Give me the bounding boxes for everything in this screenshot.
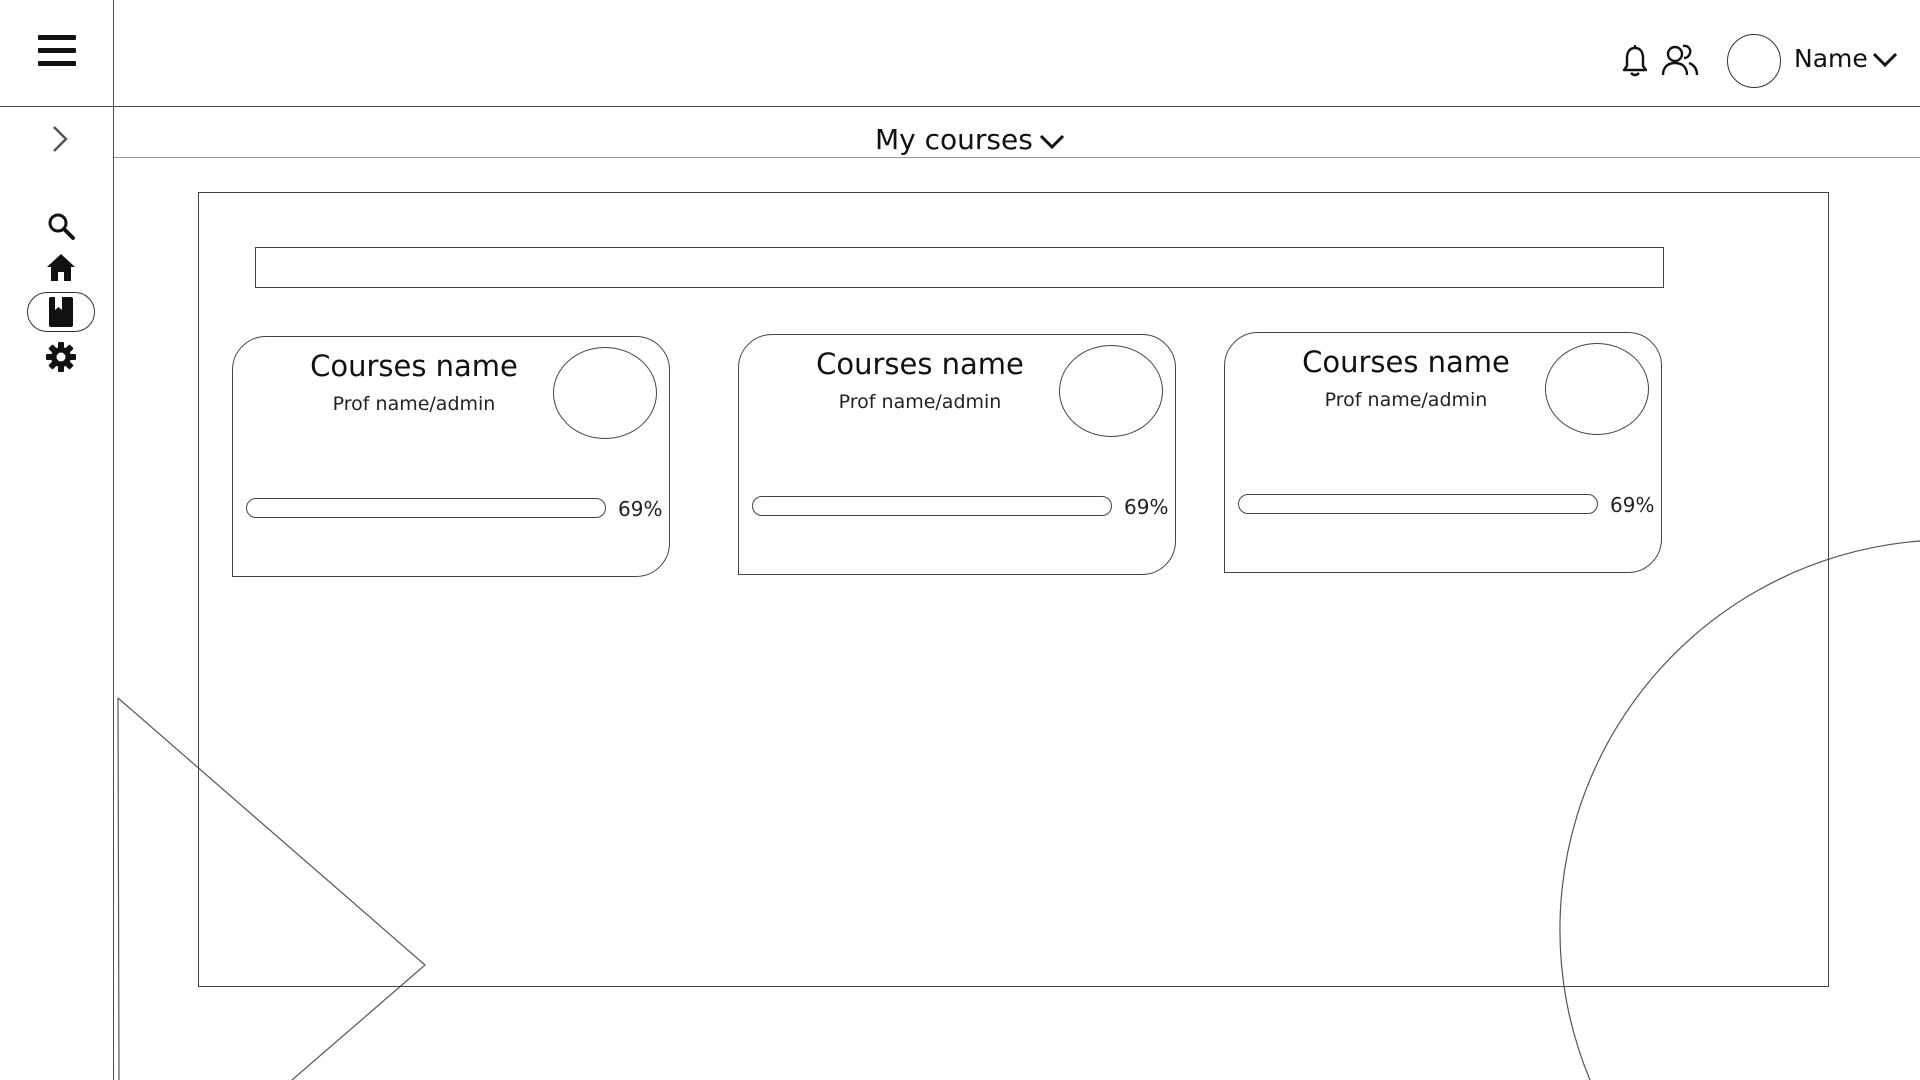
course-card[interactable]: Courses name Prof name/admin 69% (738, 334, 1176, 575)
course-search-input[interactable] (255, 247, 1664, 288)
gear-icon[interactable] (44, 340, 78, 374)
bell-icon[interactable] (1620, 44, 1650, 78)
home-icon[interactable] (44, 251, 78, 285)
user-name[interactable]: Name (1794, 44, 1868, 73)
course-progress-label: 69% (1610, 493, 1655, 517)
course-professor: Prof name/admin (332, 393, 496, 415)
course-progress-fill (753, 497, 1000, 515)
header-divider (0, 106, 1920, 107)
app-screen: Name My courses Courses name Prof name/a… (0, 0, 1920, 1080)
users-icon[interactable] (1660, 42, 1700, 78)
chevron-down-icon[interactable] (1872, 50, 1898, 70)
course-progress-label: 69% (618, 497, 663, 521)
course-card[interactable]: Courses name Prof name/admin 69% (232, 336, 670, 577)
sidebar-divider (113, 0, 114, 1080)
course-progress-fill (247, 499, 494, 517)
course-professor: Prof name/admin (1324, 389, 1488, 411)
course-card[interactable]: Courses name Prof name/admin 69% (1224, 332, 1662, 573)
chevron-right-icon[interactable] (50, 124, 72, 154)
course-thumbnail (1545, 343, 1649, 435)
chevron-down-icon (1039, 134, 1064, 150)
user-avatar[interactable] (1727, 34, 1781, 88)
course-professor: Prof name/admin (838, 391, 1002, 413)
course-progress-bar (1238, 494, 1598, 514)
subheader-divider (114, 157, 1920, 158)
course-name: Courses name (816, 347, 1024, 381)
course-progress-fill (1239, 495, 1486, 513)
hamburger-menu-icon[interactable] (38, 33, 78, 69)
book-icon[interactable] (44, 295, 78, 329)
course-name: Courses name (310, 349, 518, 383)
course-progress-label: 69% (1124, 495, 1169, 519)
course-name: Courses name (1302, 345, 1510, 379)
search-icon[interactable] (44, 210, 78, 244)
course-thumbnail (1059, 345, 1163, 437)
page-title-dropdown[interactable]: My courses (875, 122, 1065, 156)
courses-panel (198, 192, 1829, 987)
page-title: My courses (875, 122, 1033, 156)
course-progress-bar (246, 498, 606, 518)
course-progress-bar (752, 496, 1112, 516)
course-thumbnail (553, 347, 657, 439)
